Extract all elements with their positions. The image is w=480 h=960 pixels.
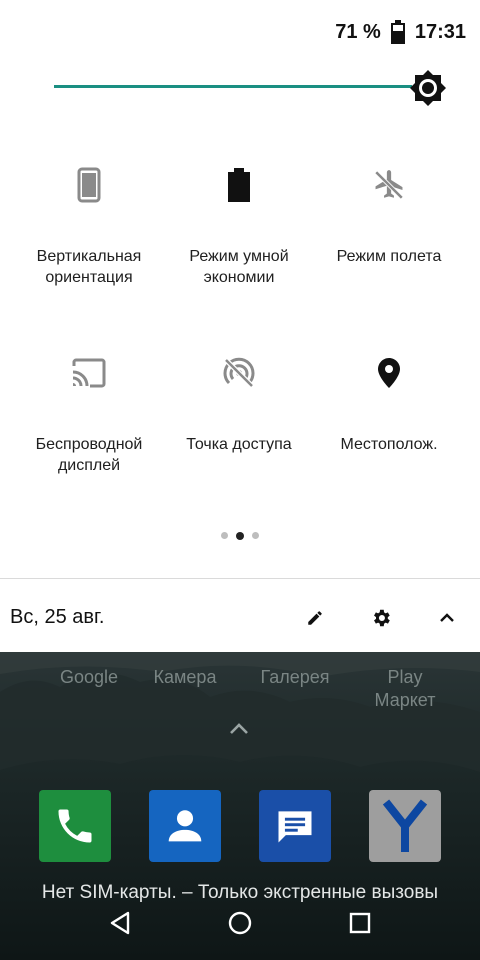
tile-rotation[interactable]: Вертикальная ориентация bbox=[14, 150, 164, 292]
page-indicator bbox=[0, 531, 480, 540]
tile-label: Местополож. bbox=[340, 436, 438, 453]
battery-icon bbox=[390, 20, 405, 44]
settings-gear-icon[interactable] bbox=[367, 604, 395, 632]
tile-label: Вертикальная ориентация bbox=[36, 248, 142, 286]
tile-airplane-mode[interactable]: Режим полета bbox=[314, 150, 464, 292]
tile-battery-saver[interactable]: Режим умной экономии bbox=[164, 150, 314, 292]
phone-app-icon[interactable] bbox=[39, 790, 111, 862]
quick-settings-footer: Вс, 25 авг. bbox=[0, 592, 480, 644]
battery-saver-icon bbox=[227, 150, 251, 220]
recents-square-icon[interactable] bbox=[347, 910, 373, 936]
quick-settings-panel: 71 % 17:31 Вертикальная ориентация Режим… bbox=[0, 0, 480, 652]
tile-label: Режим умной экономии bbox=[189, 248, 289, 286]
tile-label: Беспроводной дисплей bbox=[35, 436, 143, 474]
brightness-track[interactable] bbox=[54, 85, 412, 88]
messages-app-icon[interactable] bbox=[259, 790, 331, 862]
app-label-play-market[interactable]: Play Маркет bbox=[355, 666, 455, 712]
app-label-google[interactable]: Google bbox=[39, 666, 139, 689]
edit-pencil-icon[interactable] bbox=[301, 604, 329, 632]
phone-portrait-icon bbox=[77, 150, 101, 220]
home-circle-icon[interactable] bbox=[227, 910, 253, 936]
battery-percent: 71 % bbox=[335, 20, 381, 43]
app-label-camera[interactable]: Камера bbox=[135, 666, 235, 689]
location-pin-icon bbox=[377, 338, 401, 408]
collapse-chevron-up-icon[interactable] bbox=[433, 604, 461, 632]
quick-tiles-grid: Вертикальная ориентация Режим умной экон… bbox=[14, 150, 466, 480]
back-triangle-icon[interactable] bbox=[107, 910, 133, 936]
status-bar: 71 % 17:31 bbox=[335, 18, 466, 46]
app-label-gallery[interactable]: Галерея bbox=[245, 666, 345, 689]
tile-location[interactable]: Местополож. bbox=[314, 338, 464, 480]
tile-hotspot[interactable]: Точка доступа bbox=[164, 338, 314, 480]
page-dot[interactable] bbox=[252, 532, 259, 539]
divider bbox=[0, 578, 480, 579]
navigation-bar bbox=[0, 900, 480, 946]
tile-label: Режим полета bbox=[336, 248, 442, 265]
cast-icon bbox=[71, 338, 107, 408]
brightness-slider[interactable] bbox=[54, 70, 446, 106]
contacts-app-icon[interactable] bbox=[149, 790, 221, 862]
yandex-app-icon[interactable] bbox=[369, 790, 441, 862]
date-label: Вс, 25 авг. bbox=[10, 606, 105, 628]
airplane-off-icon bbox=[372, 150, 406, 220]
brightness-thumb-icon[interactable] bbox=[410, 70, 446, 106]
clock: 17:31 bbox=[414, 20, 466, 43]
page-dot-active[interactable] bbox=[236, 531, 244, 540]
hotspot-off-icon bbox=[222, 338, 256, 408]
app-drawer-chevron-up-icon[interactable] bbox=[229, 722, 249, 740]
page-dot[interactable] bbox=[221, 532, 228, 539]
tile-label: Точка доступа bbox=[186, 436, 292, 453]
tile-wireless-display[interactable]: Беспроводной дисплей bbox=[14, 338, 164, 480]
